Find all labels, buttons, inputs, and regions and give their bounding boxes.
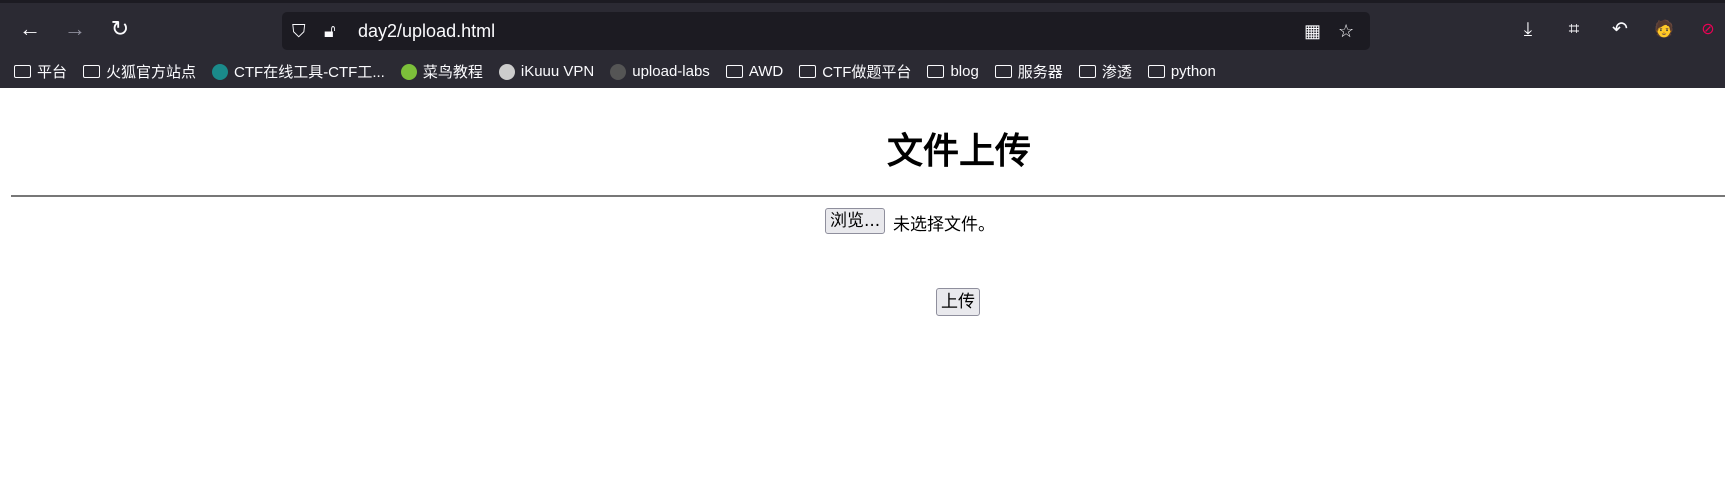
download-icon[interactable]: ⤓ bbox=[1516, 19, 1540, 41]
browser-chrome: ← → ↻ ⛉ 🔓︎ day2/upload.html ▦ ☆ ⤓ ⌗ ↶ 🧑 … bbox=[0, 0, 1725, 88]
forward-button[interactable]: → bbox=[63, 17, 87, 41]
bookmark-item[interactable]: CTF在线工具-CTF工... bbox=[212, 61, 385, 82]
folder-icon bbox=[83, 65, 101, 78]
bookmarks-bar: 平台 火狐官方站点 CTF在线工具-CTF工... 菜鸟教程 iKuuu VPN uplo… bbox=[14, 61, 1216, 82]
back-button[interactable]: ← bbox=[18, 17, 42, 41]
bookmark-item[interactable]: 渗透 bbox=[1078, 61, 1132, 82]
bookmark-item[interactable]: 平台 bbox=[14, 61, 67, 82]
bookmark-label: 火狐官方站点 bbox=[106, 64, 197, 81]
bookmark-item[interactable]: 菜鸟教程 bbox=[400, 61, 483, 82]
folder-icon bbox=[1147, 65, 1165, 78]
folder-icon bbox=[725, 65, 743, 78]
folder-icon bbox=[14, 65, 31, 78]
bookmark-item[interactable]: 服务器 bbox=[994, 61, 1063, 82]
bookmark-label: AWD bbox=[748, 63, 784, 80]
url-bar[interactable]: ⛉ 🔓︎ day2/upload.html ▦ ☆ bbox=[282, 12, 1370, 50]
page-content: 文件上传 浏览... 未选择文件。 上传 bbox=[0, 88, 1725, 487]
insecure-lock-icon[interactable]: 🔓︎ bbox=[324, 21, 336, 41]
bookmark-label: python bbox=[1170, 63, 1216, 80]
folder-icon bbox=[994, 65, 1012, 78]
page-title: 文件上传 bbox=[886, 131, 1031, 172]
bookmark-label: 服务器 bbox=[1017, 64, 1063, 81]
folder-icon bbox=[799, 65, 817, 78]
shield-icon[interactable]: ⛉ bbox=[292, 21, 306, 41]
ctf-favicon-icon bbox=[212, 63, 229, 80]
bookmark-item[interactable]: blog bbox=[927, 61, 979, 82]
no-file-selected-text: 未选择文件。 bbox=[893, 215, 995, 235]
undo-icon[interactable]: ↶ bbox=[1608, 19, 1632, 41]
browse-button[interactable]: 浏览... bbox=[825, 208, 886, 234]
bookmark-label: CTF做题平台 bbox=[822, 64, 912, 81]
bookmark-item[interactable]: 火狐官方站点 bbox=[83, 61, 196, 82]
bookmark-label: 平台 bbox=[37, 64, 68, 81]
avatar-extension-icon[interactable]: 🧑 bbox=[1652, 19, 1676, 41]
folder-icon bbox=[1078, 65, 1096, 78]
blocked-extension-icon[interactable]: ⊘ bbox=[1696, 19, 1720, 41]
bookmark-item[interactable]: upload-labs bbox=[610, 61, 710, 82]
bookmark-label: iKuuu VPN bbox=[520, 63, 595, 80]
bookmark-item[interactable]: iKuuu VPN bbox=[498, 61, 595, 82]
folder-icon bbox=[927, 65, 945, 78]
runoob-favicon-icon bbox=[400, 63, 417, 80]
bookmark-item[interactable]: AWD bbox=[725, 61, 784, 82]
divider bbox=[11, 195, 1725, 197]
upload-labs-favicon-icon bbox=[610, 63, 627, 80]
bookmark-star-icon[interactable]: ☆ bbox=[1338, 21, 1354, 41]
crop-screenshot-icon[interactable]: ⌗ bbox=[1562, 19, 1586, 41]
bookmark-label: 菜鸟教程 bbox=[422, 64, 483, 81]
upload-button[interactable]: 上传 bbox=[936, 288, 980, 316]
bookmark-label: 渗透 bbox=[1101, 64, 1132, 81]
bookmark-item[interactable]: CTF做题平台 bbox=[799, 61, 911, 82]
bookmark-item[interactable]: python bbox=[1147, 61, 1216, 82]
bookmark-label: CTF在线工具-CTF工... bbox=[234, 64, 385, 81]
reload-button[interactable]: ↻ bbox=[108, 17, 132, 41]
bookmark-label: upload-labs bbox=[632, 63, 710, 80]
url-text[interactable]: day2/upload.html bbox=[358, 21, 495, 42]
qr-code-icon[interactable]: ▦ bbox=[1304, 21, 1321, 41]
ikuuu-favicon-icon bbox=[498, 63, 515, 80]
bookmark-label: blog bbox=[950, 63, 979, 80]
